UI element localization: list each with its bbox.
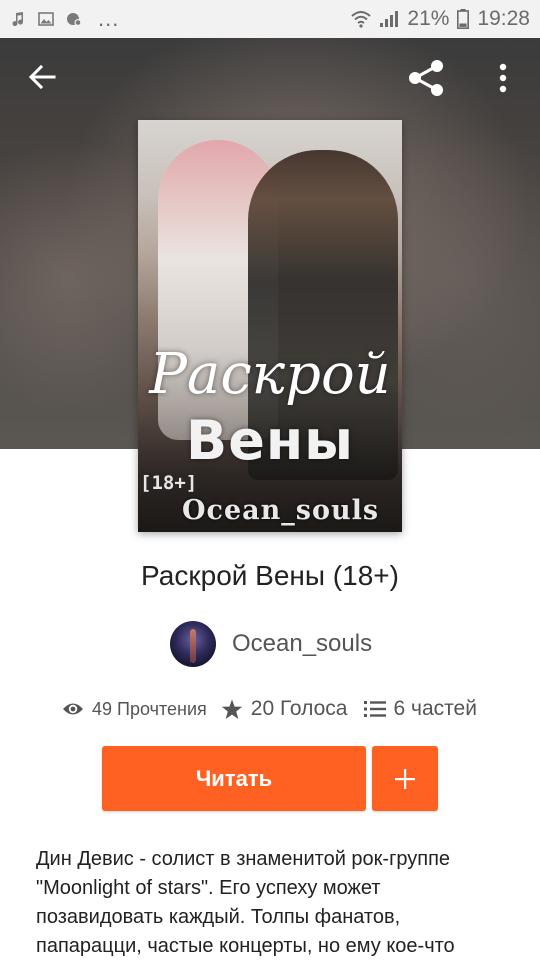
more-options-button[interactable] xyxy=(492,60,514,96)
story-description: Дин Девис - солист в знаменитой рок-груп… xyxy=(36,848,455,957)
eye-icon xyxy=(63,703,83,715)
list-icon xyxy=(363,701,386,717)
status-bar: ... 21% 19:28 xyxy=(0,0,540,38)
share-button[interactable] xyxy=(406,58,446,98)
image-notification-icon xyxy=(38,12,54,26)
votes-stat: 20 Голоса xyxy=(221,697,348,721)
share-icon xyxy=(409,60,443,96)
cover-age-tag: [18+] xyxy=(140,472,198,494)
reads-stat: 49 Прочтения xyxy=(62,699,207,720)
sync-settings-icon xyxy=(67,13,82,26)
status-left-icons: ... xyxy=(10,6,119,32)
back-button[interactable] xyxy=(26,60,60,94)
battery-percent: 21% xyxy=(407,7,450,30)
status-right-icons: 21% 19:28 xyxy=(351,7,530,31)
music-note-icon xyxy=(12,12,24,27)
battery-icon xyxy=(457,9,470,29)
signal-icon xyxy=(380,11,399,27)
plus-icon xyxy=(395,768,415,789)
parts-stat: 6 частей xyxy=(363,697,477,721)
wifi-icon xyxy=(351,11,372,28)
vertical-dots-icon xyxy=(499,63,507,93)
story-title: Раскрой Вены (18+) xyxy=(141,560,399,591)
votes-count: 20 Голоса xyxy=(250,697,348,720)
book-cover[interactable]: Раскрой Вены [18+] Ocean_souls xyxy=(138,120,402,532)
parts-count: 6 частей xyxy=(393,697,477,720)
author-row[interactable]: Ocean_souls xyxy=(170,620,372,668)
story-stats: 49 Прочтения 20 Голоса 6 частей xyxy=(62,694,477,724)
clock: 19:28 xyxy=(477,7,530,30)
star-icon xyxy=(221,699,242,719)
arrow-left-icon xyxy=(28,64,56,90)
read-button[interactable]: Читать xyxy=(102,746,366,811)
reads-count: 49 Прочтения xyxy=(92,698,207,719)
cover-title-line2: Вены xyxy=(186,409,354,472)
author-avatar[interactable] xyxy=(170,621,216,667)
author-name[interactable]: Ocean_souls xyxy=(232,630,372,658)
more-notifications-indicator: ... xyxy=(98,6,120,31)
cover-author: Ocean_souls xyxy=(182,495,380,526)
cover-title-line1: Раскрой xyxy=(149,342,391,407)
add-to-library-button[interactable] xyxy=(372,746,438,811)
